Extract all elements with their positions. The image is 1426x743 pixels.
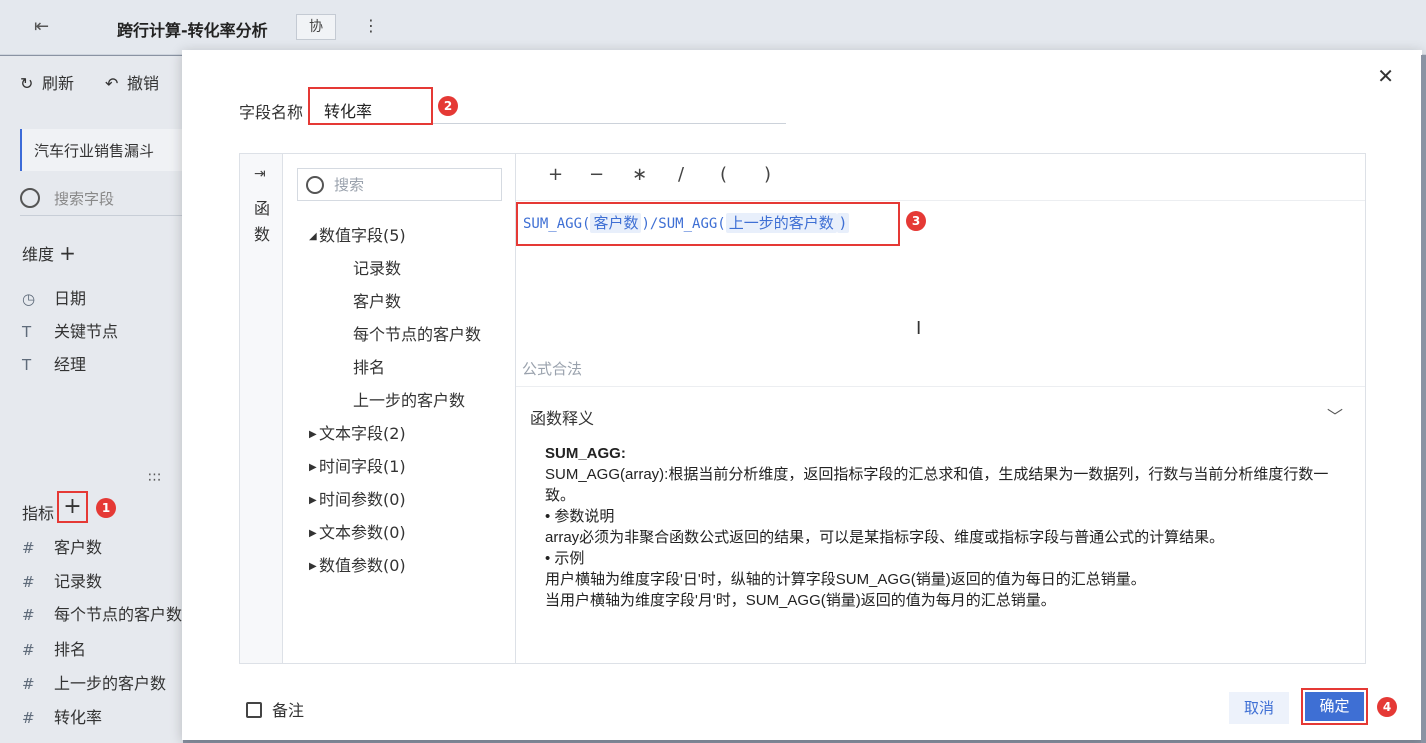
add-measure-button[interactable]: + — [57, 491, 88, 523]
step-badge: 4 — [1377, 697, 1397, 717]
chevron-down-icon[interactable]: ﹀ — [1327, 403, 1343, 427]
collab-badge[interactable]: 协 — [296, 14, 336, 40]
measure-header: 指标 — [22, 504, 55, 523]
calc-field-icon: # — [22, 709, 35, 727]
tree-group[interactable]: ▶ 文本字段(2) — [309, 420, 406, 444]
measure-item[interactable]: # 记录数 — [22, 568, 102, 592]
text-type-icon: T — [22, 323, 32, 341]
more-icon[interactable]: ⋮ — [363, 16, 379, 35]
right-edge — [1421, 55, 1426, 743]
text-type-icon: T — [22, 356, 32, 374]
operator-bar: + − ∗ / ( ) — [516, 154, 1365, 201]
ok-button[interactable]: 确定 — [1305, 692, 1364, 721]
measure-item[interactable]: # 客户数 — [22, 534, 102, 558]
field-search-input[interactable]: 搜索 — [297, 168, 502, 201]
search-icon — [20, 188, 40, 208]
dimension-header: 维度 + — [22, 241, 76, 265]
field-name-label: 字段名称 — [239, 103, 304, 122]
op-rparen-button[interactable]: ) — [764, 164, 771, 185]
field-name-input[interactable]: 转化率 — [308, 87, 433, 125]
caret-right-icon: ▶ — [309, 462, 317, 473]
refresh-button[interactable]: ↻ 刷新 — [20, 70, 74, 94]
caret-down-icon: ◢ — [309, 231, 317, 242]
explanation-body: SUM_AGG: SUM_AGG(array):根据当前分析维度，返回指标字段的… — [545, 445, 1329, 609]
tree-group[interactable]: ▶ 数值参数(0) — [309, 552, 406, 576]
formula-editor: ⇥ 函数 搜索 ◢ 数值字段(5) 记录数 客户数 每个节点的客户数 排名 上一步… — [239, 153, 1366, 664]
step-badge: 1 — [96, 498, 116, 518]
caret-right-icon: ▶ — [309, 429, 317, 440]
search-icon — [306, 176, 324, 194]
number-type-icon: # — [22, 539, 35, 557]
close-icon[interactable]: ✕ — [1377, 64, 1394, 88]
function-tab-label: 函数 — [253, 199, 270, 244]
field-list-panel: 搜索 ◢ 数值字段(5) 记录数 客户数 每个节点的客户数 排名 上一步的客户数 … — [283, 154, 516, 663]
note-button[interactable]: 备注 — [246, 697, 304, 721]
step-badge: 2 — [438, 96, 458, 116]
resize-handle[interactable]: ∶∶∶ — [148, 470, 162, 486]
caret-right-icon: ▶ — [309, 528, 317, 539]
tree-field[interactable]: 上一步的客户数 — [353, 387, 465, 411]
text-cursor-icon: I — [916, 318, 922, 339]
tree-group[interactable]: ▶ 时间字段(1) — [309, 453, 406, 477]
function-explanation: 函数释义 ﹀ SUM_AGG: SUM_AGG(array):根据当前分析维度，… — [516, 386, 1365, 663]
explanation-title: 函数释义 — [530, 409, 595, 428]
function-panel-toggle[interactable]: ⇥ 函数 — [240, 154, 283, 663]
add-dimension-icon[interactable]: + — [59, 241, 76, 265]
ok-button-highlight: 确定 — [1301, 688, 1368, 725]
measure-item[interactable]: # 转化率 — [22, 704, 102, 728]
formula-input[interactable]: SUM_AGG(客户数)/SUM_AGG(上一步的客户数) — [516, 202, 900, 246]
field-token: 客户数 — [590, 213, 642, 233]
measure-item[interactable]: # 排名 — [22, 636, 86, 660]
undo-icon: ↶ — [105, 74, 119, 93]
caret-right-icon: ▶ — [309, 561, 317, 572]
formula-area[interactable]: + − ∗ / ( ) SUM_AGG(客户数)/SUM_AGG(上一步的客户数… — [516, 154, 1365, 663]
exit-icon[interactable]: ⇤ — [34, 16, 54, 37]
dimension-item[interactable]: ◷ 日期 — [22, 285, 86, 309]
app-header: ⇤ 跨行计算-转化率分析 协 ⋮ — [0, 0, 1426, 55]
field-token: 上一步的客户数 — [725, 213, 837, 233]
dimension-item[interactable]: T 关键节点 — [22, 318, 118, 342]
calc-field-dialog: ✕ 字段名称 转化率 2 ⇥ 函数 搜索 ◢ 数值字段(5) 记录数 客户数 每个… — [182, 50, 1422, 740]
step-badge: 3 — [906, 211, 926, 231]
measure-item[interactable]: # 上一步的客户数 — [22, 670, 166, 694]
measure-item[interactable]: # 每个节点的客户数 — [22, 601, 182, 625]
cancel-button[interactable]: 取消 — [1229, 692, 1289, 724]
formula-status: 公式合法 — [522, 360, 583, 378]
calc-field-icon: # — [22, 675, 35, 693]
tree-field[interactable]: 排名 — [353, 354, 385, 378]
note-icon — [246, 702, 262, 718]
dataset-tab[interactable]: 汽车行业销售漏斗 — [20, 129, 183, 171]
page-title: 跨行计算-转化率分析 — [117, 21, 268, 40]
caret-right-icon: ▶ — [309, 495, 317, 506]
dimension-item[interactable]: T 经理 — [22, 351, 86, 375]
op-lparen-button[interactable]: ( — [720, 164, 727, 185]
calc-field-icon: # — [22, 641, 35, 659]
undo-button[interactable]: ↶ 撤销 — [105, 70, 159, 94]
tree-field[interactable]: 记录数 — [353, 255, 401, 279]
op-divide-button[interactable]: / — [678, 164, 684, 185]
tree-group[interactable]: ▶ 时间参数(0) — [309, 486, 406, 510]
number-type-icon: # — [22, 573, 35, 591]
expand-arrow-icon: ⇥ — [254, 166, 266, 182]
tree-field[interactable]: 每个节点的客户数 — [353, 321, 481, 345]
op-multiply-button[interactable]: ∗ — [632, 164, 647, 185]
clock-icon: ◷ — [22, 290, 36, 308]
tree-group[interactable]: ▶ 文本参数(0) — [309, 519, 406, 543]
tree-group-numeric[interactable]: ◢ 数值字段(5) — [309, 222, 406, 246]
refresh-icon: ↻ — [20, 74, 34, 93]
calc-field-icon: # — [22, 606, 35, 624]
op-plus-button[interactable]: + — [548, 164, 563, 185]
field-search-input[interactable]: 搜索字段 — [20, 182, 183, 216]
tree-field[interactable]: 客户数 — [353, 288, 401, 312]
op-minus-button[interactable]: − — [589, 164, 604, 185]
